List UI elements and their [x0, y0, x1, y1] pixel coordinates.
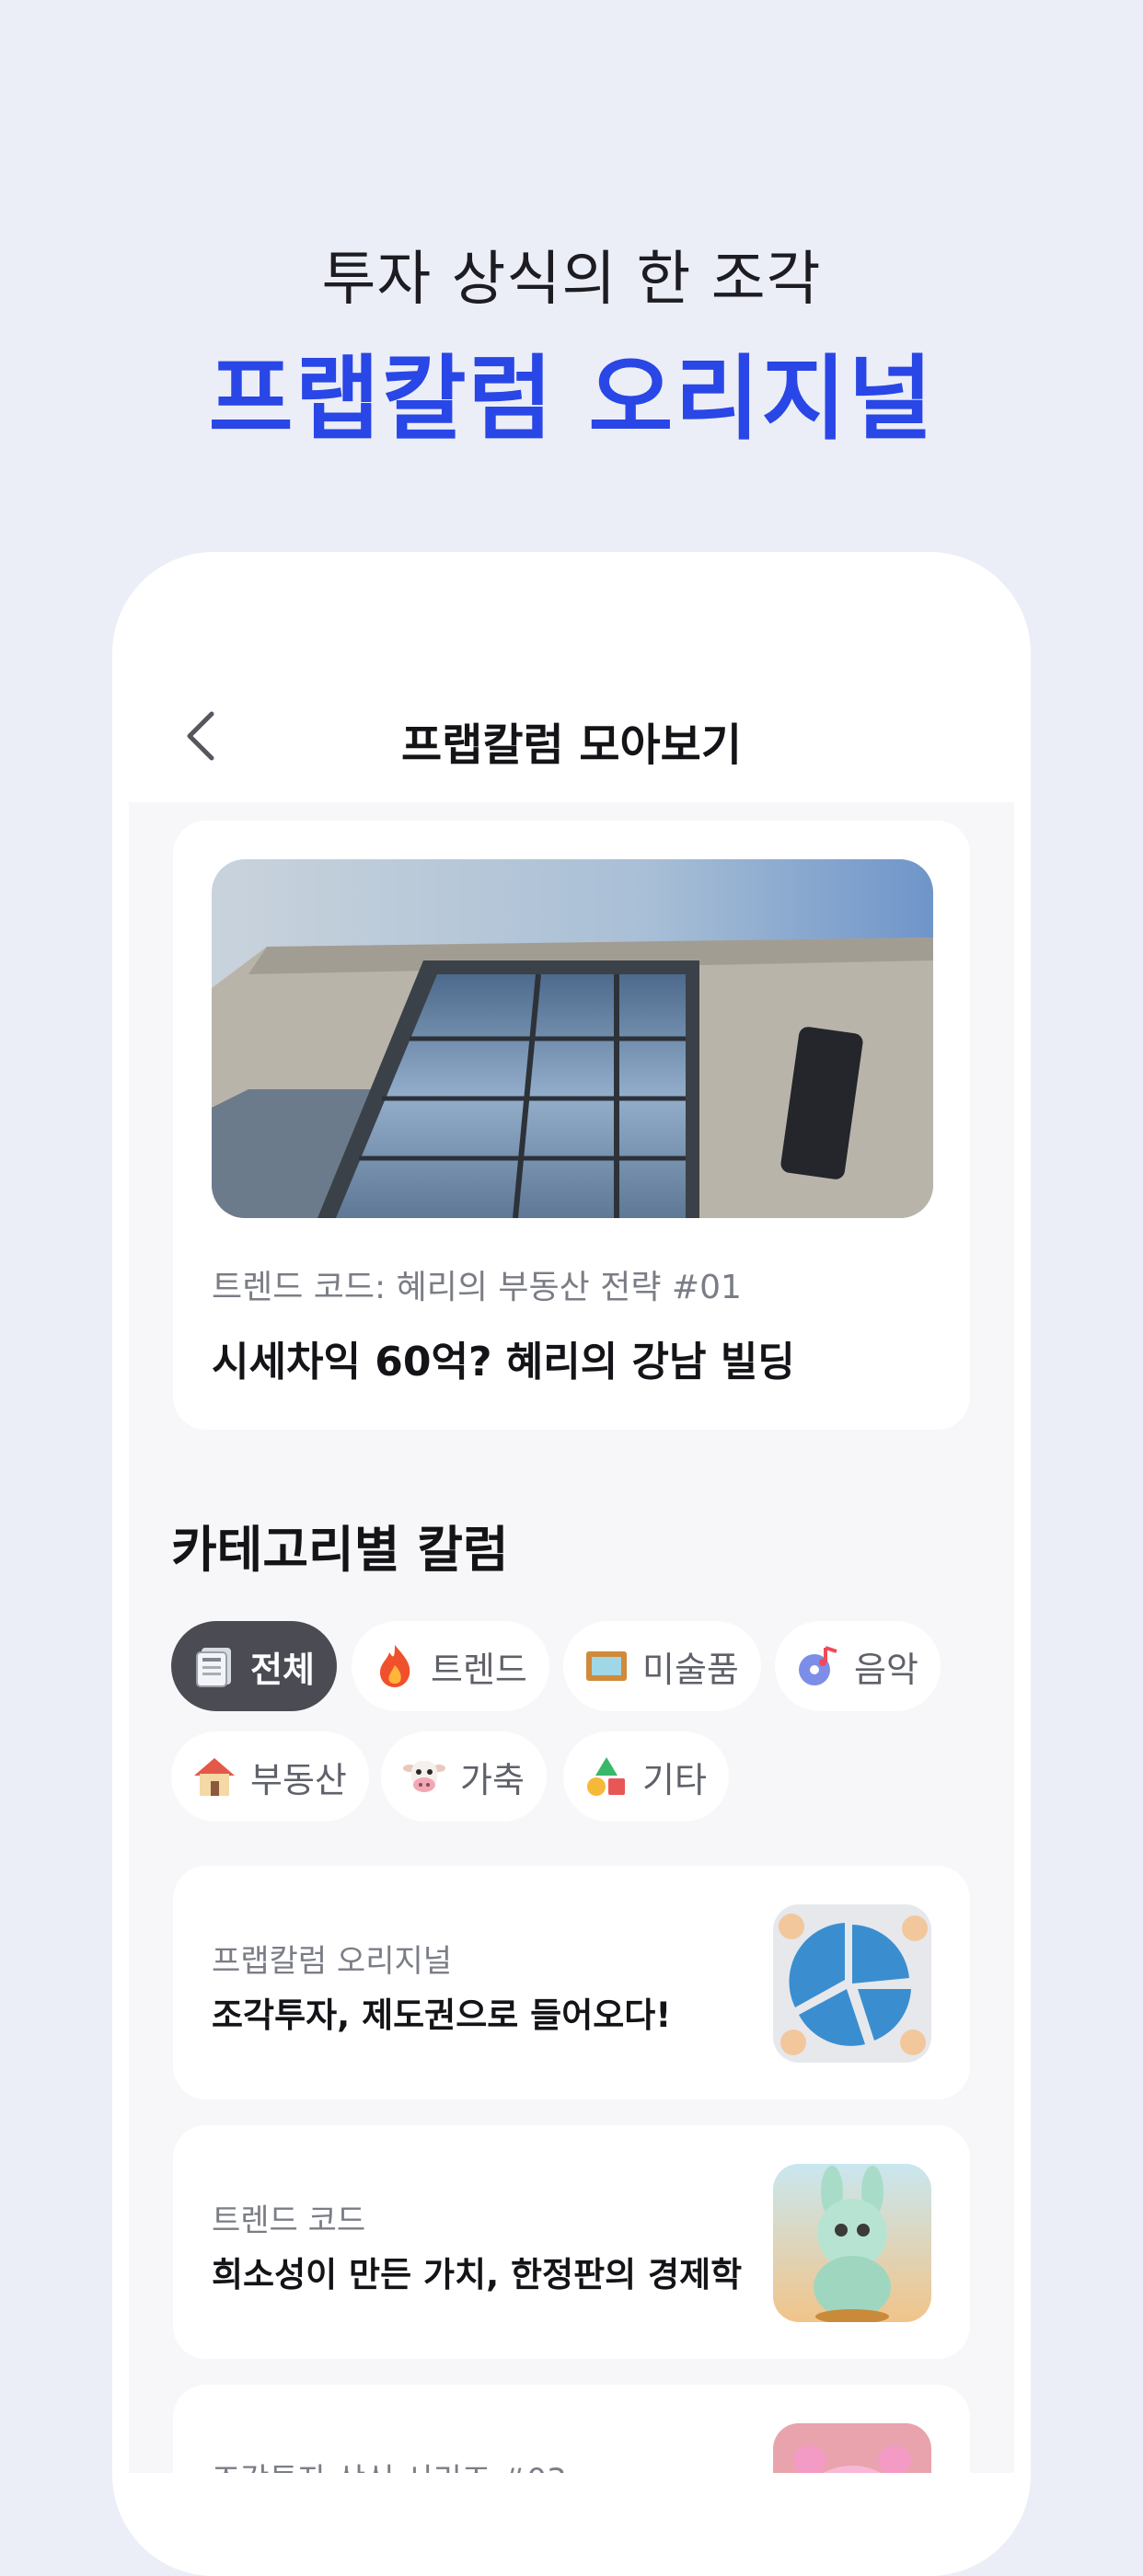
fire-icon: [372, 1643, 418, 1689]
list-item[interactable]: 조각투자 상식 시리즈 #03: [173, 2385, 970, 2473]
nav-bar: 프랩칼럼 모아보기: [129, 662, 1014, 800]
music-disc-icon: [795, 1643, 841, 1689]
chip-label: 음악: [854, 1649, 918, 1690]
shapes-icon: [583, 1754, 629, 1800]
newspaper-icon: [191, 1643, 237, 1689]
hero-title: 프랩칼럼 오리지널: [208, 345, 935, 453]
list-item-series: 프랩칼럼 오리지널: [212, 1943, 453, 1980]
cow-icon: [401, 1754, 447, 1800]
chip-label: 트렌드: [431, 1649, 527, 1690]
house-icon: [191, 1754, 237, 1800]
pie-chart-thumbnail: [773, 1904, 931, 2063]
collectible-toy-thumbnail: [773, 2164, 931, 2322]
chip-all[interactable]: 전체: [171, 1621, 337, 1711]
chip-real-estate[interactable]: 부동산: [171, 1731, 369, 1822]
featured-series: 트렌드 코드: 혜리의 부동산 전략 #01: [212, 1269, 742, 1306]
chip-label: 부동산: [250, 1759, 347, 1800]
chip-etc[interactable]: 기타: [563, 1731, 729, 1822]
chip-label: 기타: [642, 1759, 707, 1800]
list-item-title: 조각투자, 제도권으로 들어오다!: [212, 1995, 672, 2035]
list-item[interactable]: 트렌드 코드 희소성이 만든 가치, 한정판의 경제학: [173, 2125, 970, 2359]
list-item-title: 희소성이 만든 가치, 한정판의 경제학: [212, 2255, 743, 2294]
list-item-series: 트렌드 코드: [212, 2202, 366, 2239]
chip-label: 가축: [460, 1759, 525, 1800]
piggy-bank-thumbnail: [773, 2423, 931, 2473]
chip-livestock[interactable]: 가축: [381, 1731, 547, 1822]
chip-music[interactable]: 음악: [775, 1621, 941, 1711]
list-item-series: 조각투자 상식 시리즈 #03: [212, 2455, 567, 2473]
featured-column-card[interactable]: 트렌드 코드: 혜리의 부동산 전략 #01 시세차익 60억? 혜리의 강남 …: [173, 821, 970, 1430]
list-item[interactable]: 프랩칼럼 오리지널 조각투자, 제도권으로 들어오다!: [173, 1866, 970, 2099]
hero-subtitle: 투자 상식의 한 조각: [321, 246, 822, 314]
chip-trend[interactable]: 트렌드: [352, 1621, 549, 1711]
page-title: 프랩칼럼 모아보기: [401, 719, 742, 771]
chip-art[interactable]: 미술품: [563, 1621, 761, 1711]
featured-building-image: [212, 859, 933, 1218]
chip-label: 전체: [250, 1649, 315, 1690]
section-title: 카테고리별 칼럼: [171, 1521, 509, 1579]
framed-picture-icon: [583, 1643, 629, 1689]
featured-title[interactable]: 시세차익 60억? 혜리의 강남 빌딩: [212, 1328, 795, 1387]
content-area[interactable]: 트렌드 코드: 혜리의 부동산 전략 #01 시세차익 60억? 혜리의 강남 …: [129, 802, 1014, 2473]
chip-label: 미술품: [642, 1649, 739, 1690]
